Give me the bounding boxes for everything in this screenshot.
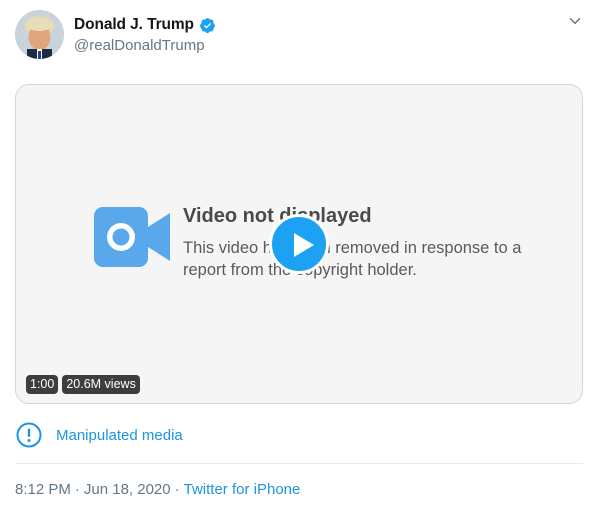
exclamation-circle-icon — [16, 422, 42, 448]
play-icon — [294, 233, 314, 257]
meta-separator: · — [74, 481, 80, 498]
play-button[interactable] — [269, 214, 329, 274]
verified-badge-icon — [199, 17, 216, 34]
manipulated-media-link[interactable]: Manipulated media — [16, 422, 183, 448]
video-badges: 1:00 20.6M views — [26, 375, 140, 394]
name-row: Donald J. Trump — [74, 14, 216, 36]
handle[interactable]: @realDonaldTrump — [74, 37, 216, 54]
tweet: Donald J. Trump @realDonaldTrump Video n… — [0, 0, 598, 509]
tweet-meta: 8:12 PM · Jun 18, 2020 · Twitter for iPhone — [15, 481, 300, 498]
avatar[interactable] — [15, 10, 64, 59]
tweet-source-link[interactable]: Twitter for iPhone — [184, 481, 301, 498]
chevron-down-icon[interactable] — [566, 12, 584, 30]
tweet-time[interactable]: 8:12 PM — [15, 481, 71, 498]
meta-separator: · — [174, 481, 180, 498]
notice-body: This video has been removed in response … — [183, 239, 522, 279]
display-name[interactable]: Donald J. Trump — [74, 16, 194, 34]
video-player[interactable]: Video not displayed This video has been … — [15, 84, 583, 404]
duration-badge: 1:00 — [26, 375, 59, 394]
divider — [15, 463, 583, 464]
author-block: Donald J. Trump @realDonaldTrump — [74, 14, 216, 54]
video-camera-icon — [94, 207, 170, 267]
tweet-date[interactable]: Jun 18, 2020 — [84, 481, 171, 498]
views-badge: 20.6M views — [62, 375, 140, 394]
manipulated-media-label: Manipulated media — [56, 426, 183, 444]
